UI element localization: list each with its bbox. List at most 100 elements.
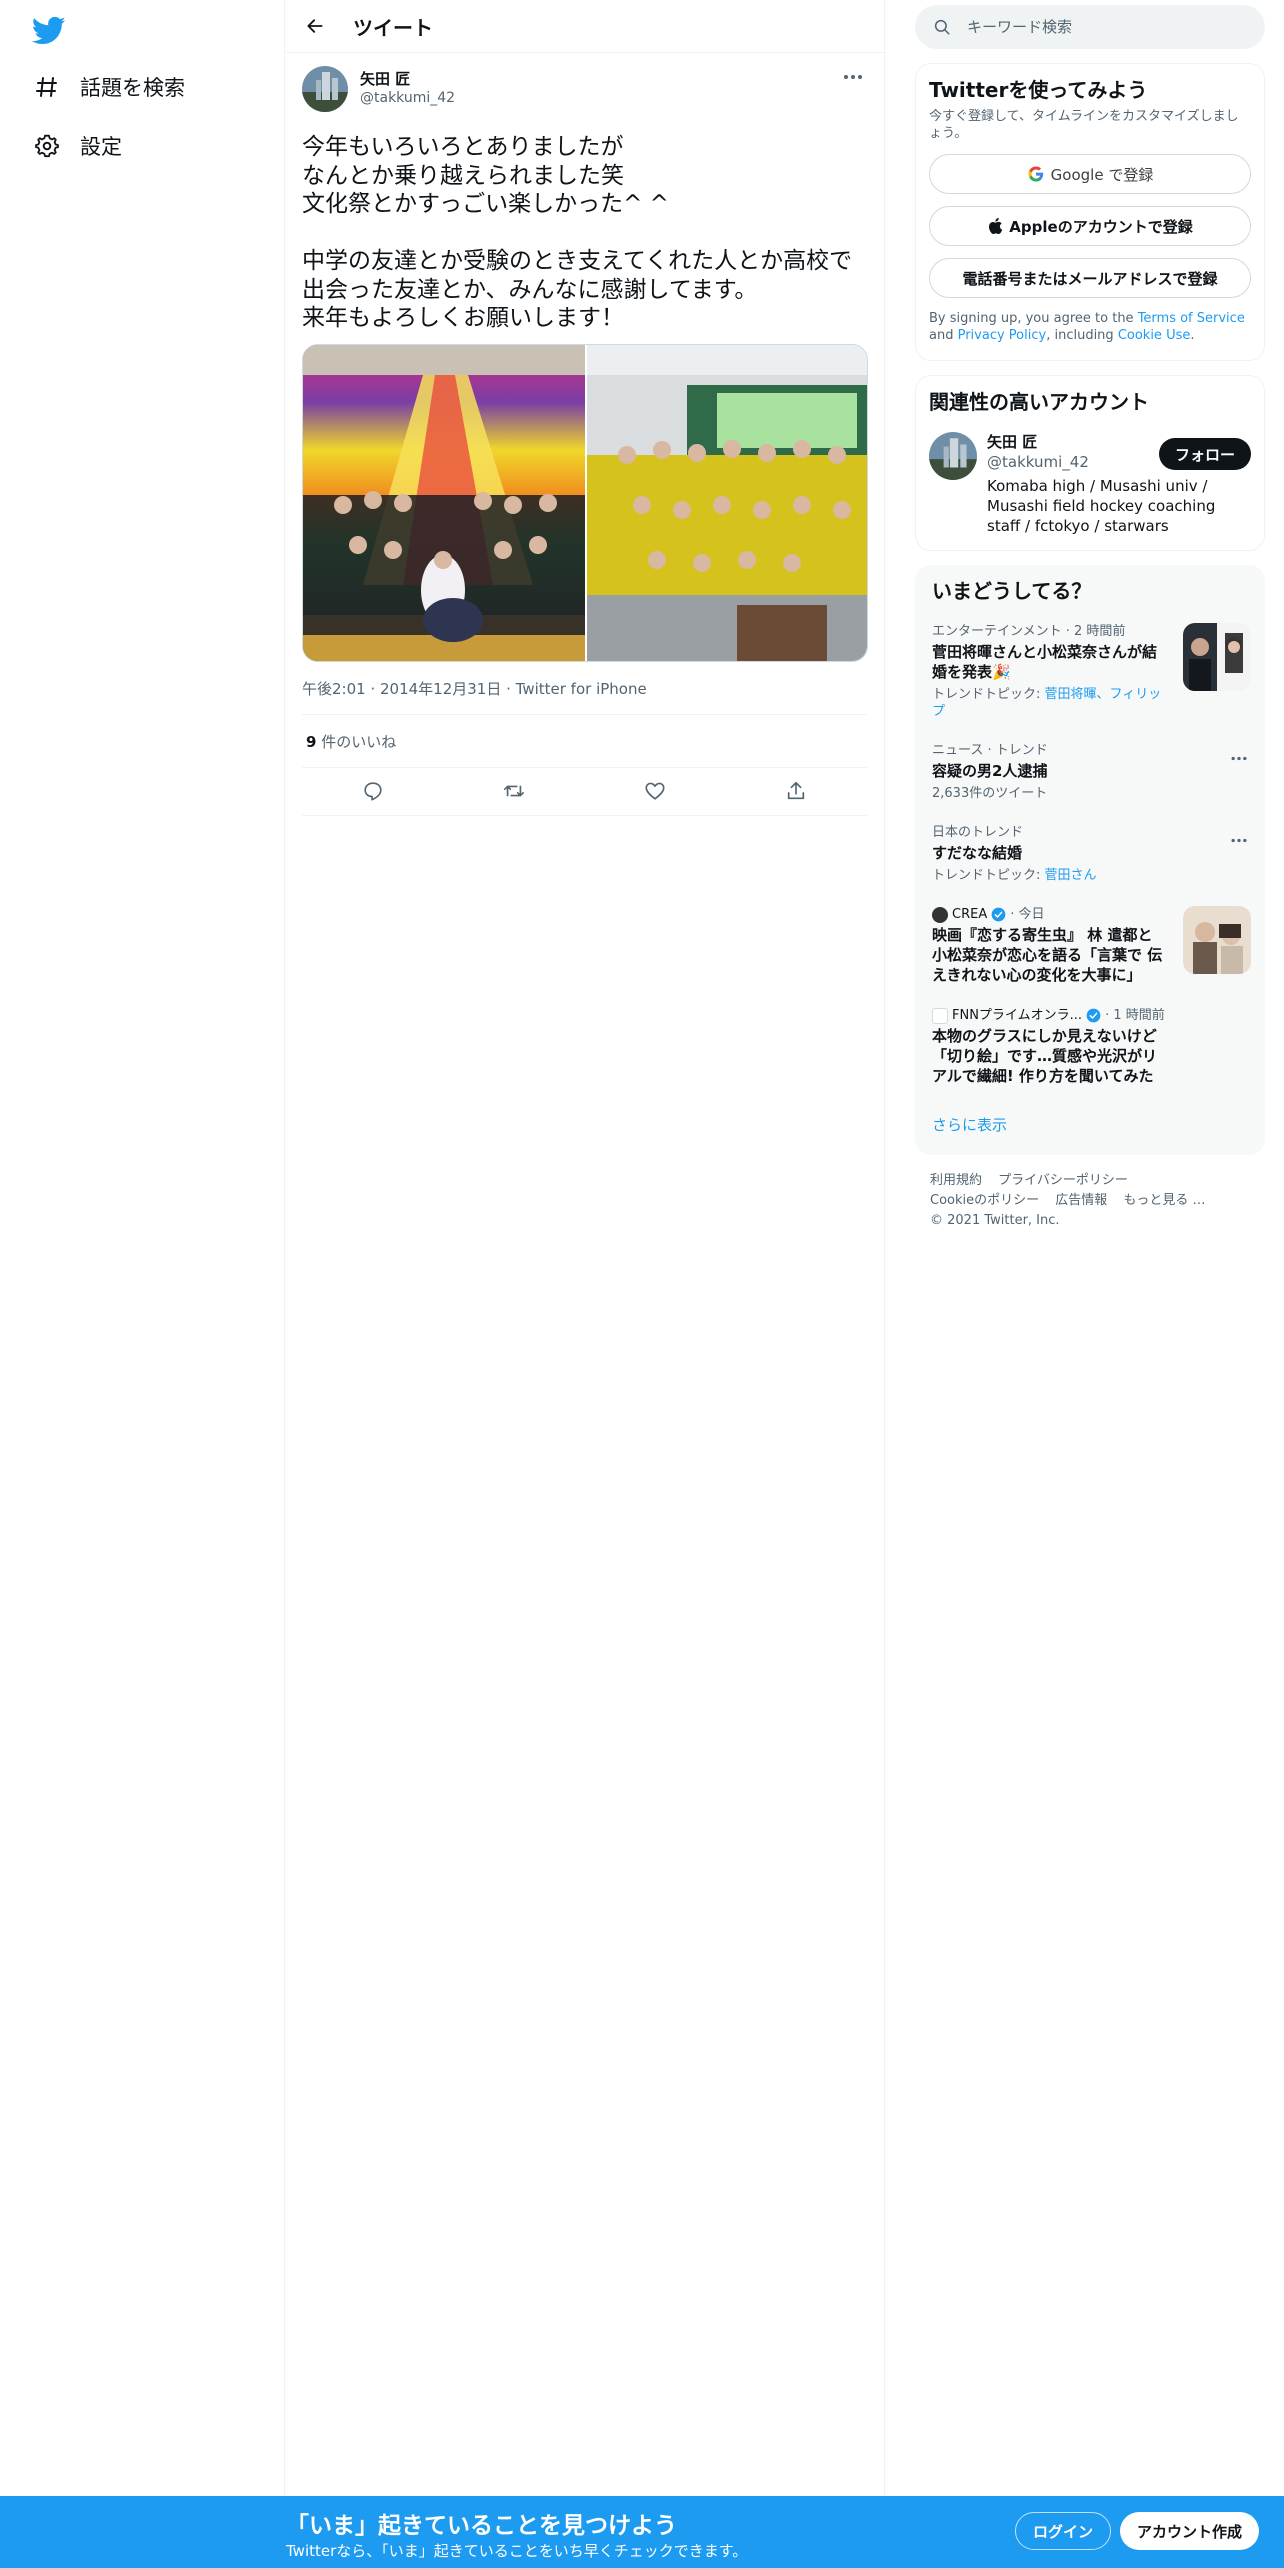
follow-button[interactable]: フォロー (1158, 438, 1251, 470)
trends-title: いまどうしてる？ (932, 579, 1092, 603)
privacy-link[interactable]: Privacy Policy (958, 328, 1047, 343)
apple-signup-label: Appleのアカウントで登録 (1009, 217, 1193, 236)
source-logo-icon (932, 1007, 948, 1024)
avatar[interactable] (929, 432, 977, 480)
legal-text: , including (1046, 328, 1118, 343)
search-input[interactable] (967, 18, 1227, 36)
likes-number: 9 (306, 732, 317, 751)
gear-icon (34, 133, 60, 159)
nav-item-label: 設定 (80, 135, 122, 159)
google-icon (1027, 165, 1045, 183)
footer-privacy-link[interactable]: プライバシーポリシー (998, 1173, 1128, 1188)
source-logo-icon (932, 906, 948, 923)
trend-title: 菅田将暉さんと小松菜奈さんが結婚を発表🎉 (932, 643, 1158, 681)
relevant-title: 関連性の高いアカウント (929, 390, 1149, 414)
more-icon[interactable] (1230, 828, 1248, 847)
google-signup-label: Google で登録 (1050, 165, 1154, 184)
account-cell[interactable]: 矢田 匠 @takkumi_42 Komaba high / Musashi u… (929, 432, 1251, 536)
trend-title: 本物のグラスにしか見えないけど「切り絵」です…質感や光沢がリアルで繊細! 作り方… (932, 1027, 1158, 1085)
heart-icon[interactable] (635, 771, 675, 811)
tweet-actions (302, 768, 867, 816)
twitter-bird-icon[interactable] (31, 16, 66, 46)
trend-item[interactable]: ニュース · トレンド 容疑の男2人逮捕 2,633件のツイート (915, 732, 1265, 814)
likes-label: 件のいいね (316, 732, 397, 751)
phone-email-signup-button[interactable]: 電話番号またはメールアドレスで登録 (929, 258, 1251, 298)
footer-more-link[interactable]: もっと見る … (1123, 1193, 1205, 1208)
footer-links: 利用規約 プライバシーポリシー Cookieのポリシー 広告情報 もっと見る …… (915, 1155, 1265, 1247)
retweet-icon[interactable] (494, 771, 534, 811)
left-nav: 話題を検索 設定 (0, 0, 285, 2496)
legal-text: By signing up, you agree to the (929, 311, 1138, 326)
trend-title: 容疑の男2人逮捕 (932, 762, 1048, 780)
signup-title: Twitterを使ってみよう (929, 78, 1148, 102)
verified-icon (991, 907, 1006, 922)
trends-card: いまどうしてる？ エンターテインメント · 2 時間前 菅田将暉さんと小松菜奈さ… (915, 565, 1265, 1155)
share-icon[interactable] (776, 771, 816, 811)
bottom-bar-title: 「いま」起きていることを見つけよう (286, 2513, 677, 2539)
more-icon[interactable] (839, 67, 867, 87)
trend-time: · 1 時間前 (1105, 1008, 1165, 1023)
signup-button[interactable]: アカウント作成 (1120, 2512, 1260, 2550)
trend-title: すだなな結婚 (932, 844, 1023, 862)
trend-title: 映画『恋する寄生虫』 林 遣都と小松菜奈が恋心を語る「言葉で 伝えきれない心の変… (932, 926, 1163, 984)
google-signup-button[interactable]: Google で登録 (929, 154, 1251, 194)
author-name[interactable]: 矢田 匠 (360, 70, 455, 89)
tweet-text: 今年もいろいろとありましたが なんとか乗り越えられました笑 文化祭とかすっごい楽… (302, 134, 853, 331)
legal-text: and (929, 328, 958, 343)
legal-text: . (1190, 328, 1195, 343)
page-title: ツイート (353, 15, 433, 40)
trend-topic-link[interactable]: 菅田さん (1045, 868, 1097, 883)
footer-ads-link[interactable]: 広告情報 (1055, 1193, 1107, 1208)
page: 話題を検索 設定 ツイート 矢田 匠 @takkumi_42 今年もいろいろとあ… (0, 0, 1284, 2568)
signup-legal: By signing up, you agree to the Terms of… (929, 310, 1251, 344)
relevant-accounts-card: 関連性の高いアカウント 矢田 匠 @takkumi_42 Komaba high… (915, 375, 1265, 551)
likes-count[interactable]: 9 件のいいね (302, 715, 867, 768)
nav-item-label: 話題を検索 (80, 76, 185, 100)
trend-item[interactable]: 日本のトレンド すだなな結婚 トレンドトピック: 菅田さん (915, 814, 1265, 896)
main-column: ツイート 矢田 匠 @takkumi_42 今年もいろいろとありましたが なんと… (285, 0, 885, 2496)
footer-cookie-link[interactable]: Cookieのポリシー (930, 1193, 1039, 1208)
reply-icon[interactable] (353, 771, 393, 811)
search-bar[interactable] (915, 5, 1265, 49)
signup-subtitle: 今すぐ登録して、タイムラインをカスタマイズしましょう。 (929, 109, 1239, 141)
trend-source: CREA · 今日 (932, 906, 1167, 923)
trend-subtitle: 2,633件のツイート (932, 786, 1048, 801)
apple-icon (987, 217, 1003, 235)
more-icon[interactable] (1230, 746, 1248, 765)
author-handle[interactable]: @takkumi_42 (360, 89, 455, 108)
nav-item-explore[interactable]: 話題を検索 (34, 72, 185, 102)
login-button[interactable]: ログイン (1015, 2512, 1112, 2550)
cookie-link[interactable]: Cookie Use (1118, 328, 1191, 343)
source-name: FNNプライムオンラ... (952, 1008, 1083, 1023)
hashtag-icon (34, 74, 60, 100)
trend-time: · 今日 (1010, 907, 1045, 922)
verified-icon (1086, 1008, 1101, 1023)
terms-link[interactable]: Terms of Service (1138, 311, 1245, 326)
trend-item[interactable]: CREA · 今日 映画『恋する寄生虫』 林 遣都と小松菜奈が恋心を語る「言葉で… (915, 896, 1265, 997)
show-more-link[interactable]: さらに表示 (915, 1098, 1265, 1155)
trend-thumbnail (1183, 906, 1251, 974)
trend-subtitle: トレンドトピック: 菅田さん (932, 867, 1248, 884)
nav-item-settings[interactable]: 設定 (34, 131, 122, 161)
right-sidebar: Twitterを使ってみよう 今すぐ登録して、タイムラインをカスタマイズしましょ… (915, 0, 1265, 1247)
back-button[interactable] (295, 6, 335, 46)
trend-source: FNNプライムオンラ... · 1 時間前 (932, 1007, 1167, 1024)
tweet-photo[interactable] (585, 344, 867, 661)
trend-item[interactable]: FNNプライムオンラ... · 1 時間前 本物のグラスにしか見えないけど「切り… (915, 997, 1265, 1098)
source-name: CREA (952, 907, 988, 922)
trend-item[interactable]: エンターテインメント · 2 時間前 菅田将暉さんと小松菜奈さんが結婚を発表🎉 … (915, 613, 1265, 732)
bottom-bar-subtitle: Twitterなら、「いま」起きていることをいち早くチェックできます。 (286, 2542, 748, 2560)
trend-category: 日本のトレンド (932, 825, 1024, 840)
apple-signup-button[interactable]: Appleのアカウントで登録 (929, 206, 1251, 246)
trend-sub-prefix: トレンドトピック: (932, 868, 1045, 883)
author-text: 矢田 匠 @takkumi_42 (360, 70, 455, 108)
tweet-photo[interactable] (303, 344, 586, 661)
avatar[interactable] (302, 66, 348, 112)
tweet-timestamp[interactable]: 午後2:01 · 2014年12月31日 · Twitter for iPhon… (302, 678, 867, 715)
main-header: ツイート (285, 0, 884, 53)
trend-subtitle: トレンドトピック: 菅田将暉、フィリップ (932, 686, 1167, 720)
footer-terms-link[interactable]: 利用規約 (930, 1173, 982, 1188)
arrow-left-icon (307, 19, 323, 33)
bottom-signup-bar: 「いま」起きていることを見つけよう Twitterなら、「いま」起きていることを… (0, 2496, 1284, 2568)
signup-card: Twitterを使ってみよう 今すぐ登録して、タイムラインをカスタマイズしましょ… (915, 63, 1265, 361)
